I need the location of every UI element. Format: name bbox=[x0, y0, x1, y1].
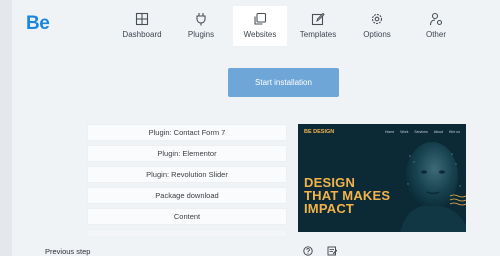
notes-icon[interactable] bbox=[327, 246, 337, 256]
grid-icon bbox=[135, 12, 149, 26]
plug-icon bbox=[196, 13, 206, 26]
nav-websites-label: Websites bbox=[243, 30, 277, 39]
nav-options-label: Options bbox=[363, 30, 391, 39]
left-strip bbox=[0, 0, 12, 256]
installation-steps-list: Plugin: Contact Form 7 Plugin: Elementor… bbox=[87, 124, 287, 237]
nav-other[interactable]: Other bbox=[406, 6, 466, 46]
copy-icon bbox=[254, 12, 267, 25]
nav-plugins[interactable]: Plugins bbox=[171, 6, 231, 46]
preview-brand: BE DESIGN bbox=[304, 129, 335, 135]
top-navigation-bar: Be Dashboard Plugins Websites Templates … bbox=[12, 0, 500, 46]
nav-dashboard-label: Dashboard bbox=[122, 30, 162, 39]
start-installation-button[interactable]: Start installation bbox=[228, 68, 339, 97]
edit-icon bbox=[311, 12, 325, 26]
nav-dashboard[interactable]: Dashboard bbox=[112, 6, 172, 46]
nav-other-label: Other bbox=[425, 30, 446, 39]
help-icon[interactable] bbox=[303, 246, 313, 256]
step-item: Content bbox=[87, 208, 287, 225]
user-settings-icon bbox=[429, 12, 443, 26]
nav-options[interactable]: Options bbox=[347, 6, 407, 46]
step-item: Plugin: Revolution Slider bbox=[87, 166, 287, 183]
nav-plugins-label: Plugins bbox=[187, 30, 215, 39]
gear-icon bbox=[371, 13, 383, 25]
nav-templates-label: Templates bbox=[299, 30, 337, 39]
step-item: Plugin: Contact Form 7 bbox=[87, 124, 287, 141]
nav-websites[interactable]: Websites bbox=[233, 6, 287, 46]
nav-templates[interactable]: Templates bbox=[288, 6, 348, 46]
step-item: Plugin: Elementor bbox=[87, 145, 287, 162]
previous-step-link[interactable]: Previous step bbox=[45, 247, 90, 256]
be-logo[interactable]: Be bbox=[26, 13, 50, 35]
step-item-partial bbox=[87, 229, 287, 237]
step-item: Package download bbox=[87, 187, 287, 204]
preview-headline-line: IMPACT bbox=[304, 201, 355, 216]
website-preview-image: BE DESIGN Home Work Services About Hire … bbox=[298, 124, 466, 232]
preview-headline: DESIGN THAT MAKES IMPACT bbox=[304, 176, 390, 215]
portrait-illustration bbox=[400, 142, 466, 232]
